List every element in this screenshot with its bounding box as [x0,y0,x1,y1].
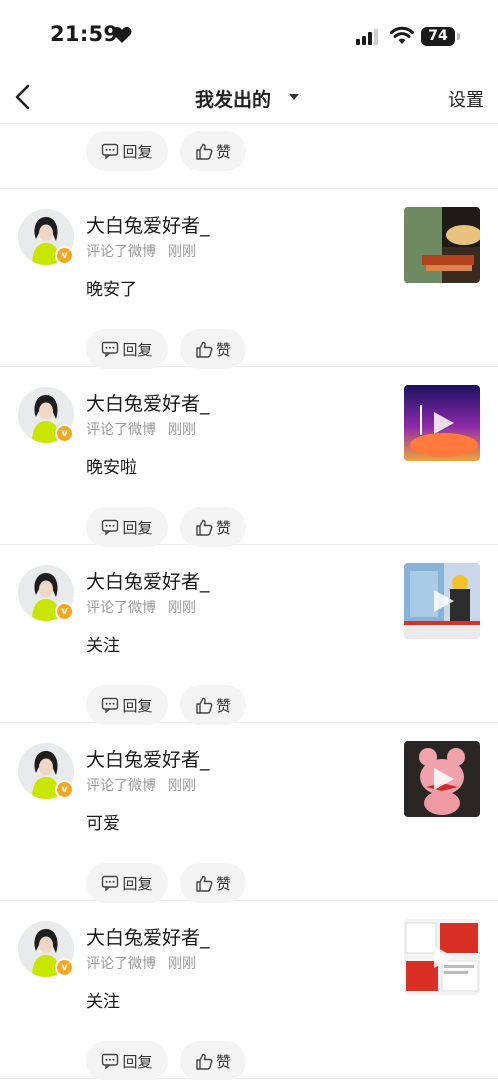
comment-action: 评论了微博 [86,600,156,616]
comment-item[interactable]: v 大白兔爱好者_ 评论了微博 刚刚 关注 回复 赞 [0,545,498,725]
comment-icon [102,875,119,891]
username[interactable]: 大白兔爱好者_ [86,567,210,594]
comment-icon [102,341,119,357]
like-button[interactable]: 赞 [180,863,246,903]
username[interactable]: 大白兔爱好者_ [86,923,210,950]
verified-badge-icon: v [55,958,74,977]
reply-label: 回复 [122,1052,153,1071]
thumbs-up-icon [196,143,213,160]
reply-label: 回复 [122,142,153,161]
thumbs-up-icon [196,1053,213,1070]
comment-action: 评论了微博 [86,956,156,972]
like-label: 赞 [215,874,231,893]
battery-cap [457,33,460,40]
comment-icon [102,143,119,159]
reply-label: 回复 [122,518,153,537]
reply-label: 回复 [122,696,153,715]
comment-meta: 评论了微博 刚刚 [86,597,196,617]
like-label: 赞 [215,518,231,537]
like-button[interactable]: 赞 [180,329,246,369]
comment-content: 可爱 [86,814,120,834]
comment-meta: 评论了微博 刚刚 [86,241,196,261]
like-label: 赞 [215,142,231,161]
comment-action: 评论了微博 [86,778,156,794]
comment-item[interactable]: v 大白兔爱好者_ 评论了微博 刚刚 晚安啦 回复 赞 [0,367,498,547]
reply-label: 回复 [122,874,153,893]
status-time: 21:59 [50,22,119,46]
video-thumbnail[interactable] [404,563,480,639]
verified-badge-icon: v [55,602,74,621]
comment-meta: 评论了微博 刚刚 [86,419,196,439]
caret-down-icon[interactable] [288,93,300,101]
username[interactable]: 大白兔爱好者_ [86,745,210,772]
like-label: 赞 [215,340,231,359]
comment-icon [102,1053,119,1069]
like-button[interactable]: 赞 [180,507,246,547]
comment-time: 刚刚 [168,778,196,794]
reply-button[interactable]: 回复 [86,863,168,903]
like-button[interactable]: 赞 [180,131,246,171]
verified-badge-icon: v [55,246,74,265]
comment-meta: 评论了微博 刚刚 [86,775,196,795]
reply-button[interactable]: 回复 [86,1041,168,1080]
like-button[interactable]: 赞 [180,1041,246,1080]
comment-time: 刚刚 [168,600,196,616]
nav-bar: 我发出的 设置 [0,72,498,124]
settings-button[interactable]: 设置 [448,86,484,112]
comment-meta: 评论了微博 刚刚 [86,953,196,973]
comment-action: 评论了微博 [86,422,156,438]
reply-button[interactable]: 回复 [86,685,168,725]
comment-item[interactable]: v 大白兔爱好者_ 评论了微博 刚刚 可爱 回复 赞 [0,723,498,903]
reply-button[interactable]: 回复 [86,329,168,369]
wifi-icon [390,26,414,44]
reply-button[interactable]: 回复 [86,131,168,171]
thumbs-up-icon [196,697,213,714]
comment-content: 晚安啦 [86,458,137,478]
thumbnail-image[interactable] [404,207,480,283]
comment-item[interactable]: v 大白兔爱好者_ 评论了微博 刚刚 晚安了 回复 赞 [0,189,498,369]
battery-indicator: 74 [421,27,455,46]
status-bar: 21:59 74 [0,0,498,72]
comment-content: 关注 [86,992,120,1012]
video-thumbnail[interactable] [404,741,480,817]
comment-icon [102,697,119,713]
thumbs-up-icon [196,341,213,358]
heart-icon [112,27,132,43]
verified-badge-icon: v [55,780,74,799]
username[interactable]: 大白兔爱好者_ [86,211,210,238]
comment-time: 刚刚 [168,422,196,438]
back-icon[interactable] [12,80,34,114]
signal-icon [356,29,378,45]
comment-icon [102,519,119,535]
like-button[interactable]: 赞 [180,685,246,725]
reply-label: 回复 [122,340,153,359]
reply-button[interactable]: 回复 [86,507,168,547]
verified-badge-icon: v [55,424,74,443]
like-label: 赞 [215,1052,231,1071]
comment-time: 刚刚 [168,244,196,260]
like-label: 赞 [215,696,231,715]
comment-content: 晚安了 [86,280,137,300]
username[interactable]: 大白兔爱好者_ [86,389,210,416]
comment-item[interactable]: v 大白兔爱好者_ 评论了微博 刚刚 关注 回复 赞 [0,901,498,1080]
thumbs-up-icon [196,875,213,892]
comment-action: 评论了微博 [86,244,156,260]
comment-time: 刚刚 [168,956,196,972]
video-thumbnail[interactable] [404,385,480,461]
comment-content: 关注 [86,636,120,656]
page-title[interactable]: 我发出的 [195,85,271,112]
video-thumbnail[interactable] [404,919,480,995]
thumbs-up-icon [196,519,213,536]
